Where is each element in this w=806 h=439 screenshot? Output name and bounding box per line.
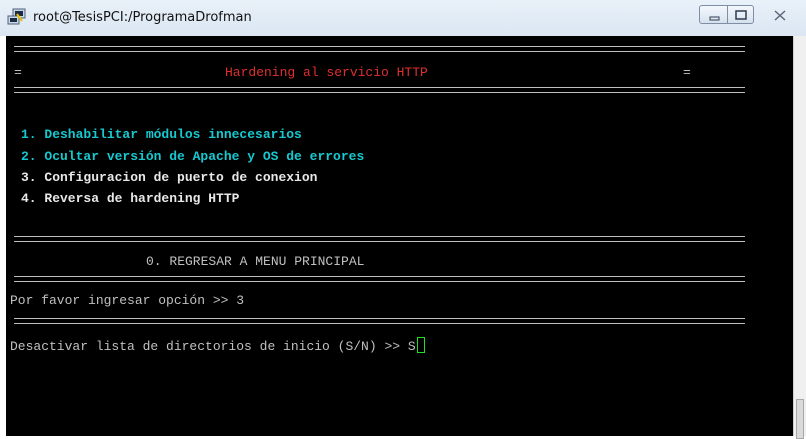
terminal-screen[interactable]: = Hardening al servicio HTTP = 1. Deshab… xyxy=(6,36,793,436)
header-title: Hardening al servicio HTTP xyxy=(225,65,428,80)
minimize-icon xyxy=(709,16,720,21)
menu-back-option: 0. REGRESAR A MENU PRINCIPAL xyxy=(146,254,365,269)
text-cursor xyxy=(416,337,425,353)
separator xyxy=(14,318,745,324)
minimize-button[interactable] xyxy=(699,5,728,24)
menu-item-4: 4. Reversa de hardening HTTP xyxy=(21,191,240,206)
question-prompt-line[interactable]: Desactivar lista de directorios de inici… xyxy=(10,337,425,354)
close-button[interactable] xyxy=(759,5,799,24)
header-left-marker: = xyxy=(14,65,22,80)
header-right-marker: = xyxy=(683,65,691,80)
separator xyxy=(14,276,745,282)
separator xyxy=(14,46,745,52)
close-icon xyxy=(774,10,786,21)
maximize-icon xyxy=(735,10,747,20)
separator xyxy=(14,87,745,93)
menu-item-1: 1. Deshabilitar módulos innecesarios xyxy=(21,127,302,142)
question-prompt: Desactivar lista de directorios de inici… xyxy=(10,339,416,354)
menu-item-3: 3. Configuracion de puerto de conexion xyxy=(21,170,318,185)
window-title: root@TesisPCI:/ProgramaDrofman xyxy=(33,10,252,25)
scrollbar[interactable] xyxy=(793,36,806,439)
option-prompt: Por favor ingresar opción >> 3 xyxy=(10,293,245,308)
maximize-button[interactable] xyxy=(727,5,754,24)
separator xyxy=(14,236,745,242)
scrollbar-thumb[interactable] xyxy=(796,399,804,439)
window-titlebar[interactable]: root@TesisPCI:/ProgramaDrofman xyxy=(0,0,806,36)
putty-icon xyxy=(7,8,26,25)
menu-item-2: 2. Ocultar versión de Apache y OS de err… xyxy=(21,149,365,164)
